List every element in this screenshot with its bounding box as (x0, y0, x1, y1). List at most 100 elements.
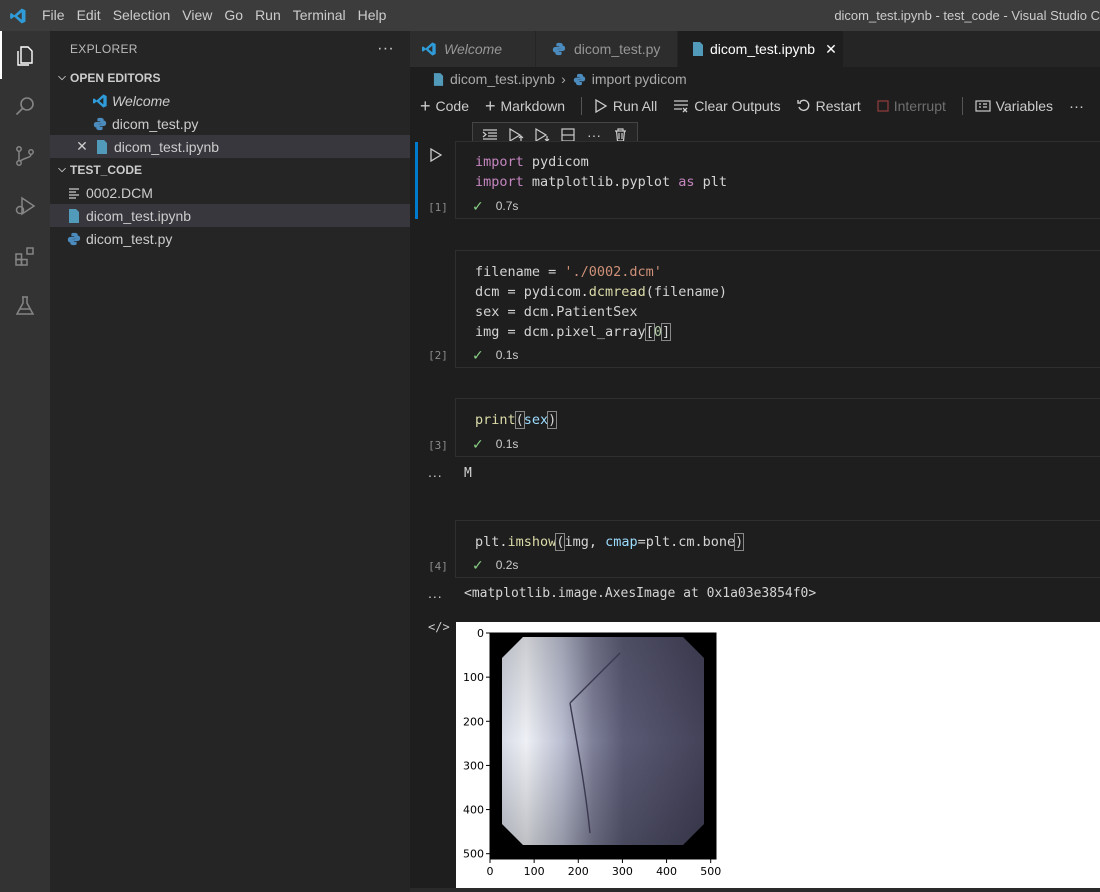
interrupt-label: Interrupt (893, 98, 946, 114)
run-debug-icon[interactable] (0, 181, 50, 231)
y-tick-label: 200 (463, 715, 484, 728)
y-tick-label: 100 (463, 671, 484, 684)
code-icon[interactable]: </> (428, 620, 450, 634)
open-editors-header[interactable]: ⌵ OPEN EDITORS (50, 66, 410, 89)
menu-terminal[interactable]: Terminal (287, 0, 352, 31)
folder-header[interactable]: ⌵ TEST_CODE (50, 158, 410, 181)
menu-selection[interactable]: Selection (107, 0, 177, 31)
check-icon: ✓ (472, 197, 484, 214)
cell-output: M (464, 466, 472, 481)
code-cell[interactable]: print(sex) ✓ 0.1s (455, 398, 1100, 457)
code-cell[interactable]: plt.imshow(img, cmap=plt.cm.bone) ✓ 0.2s (455, 520, 1100, 578)
open-editor-welcome[interactable]: Welcome (50, 89, 410, 112)
open-editors-label: OPEN EDITORS (70, 70, 161, 85)
file-lines-icon (66, 185, 82, 201)
close-icon[interactable]: ✕ (74, 138, 90, 155)
search-icon[interactable] (0, 81, 50, 131)
restart-button[interactable]: Restart (796, 98, 861, 114)
menu-go[interactable]: Go (218, 0, 249, 31)
title-bar: File Edit Selection View Go Run Terminal… (0, 0, 1100, 31)
tab-label: Welcome (444, 41, 503, 57)
menu-view[interactable]: View (176, 0, 218, 31)
run-all-icon (594, 99, 608, 113)
dicom-image (502, 637, 704, 845)
breadcrumb-symbol[interactable]: import pydicom (592, 71, 687, 87)
menu-help[interactable]: Help (352, 0, 393, 31)
python-icon (572, 73, 588, 86)
check-icon: ✓ (472, 435, 484, 452)
menu-run[interactable]: Run (249, 0, 287, 31)
restart-icon (796, 99, 811, 113)
image-output: 0 100 200 300 400 500 0 100 200 300 400 500 (456, 622, 1100, 888)
chevron-down-icon: ⌵ (58, 72, 66, 83)
y-tick-label: 400 (463, 804, 484, 817)
explorer-header: EXPLORER ··· (50, 31, 410, 66)
open-editor-label: dicom_test.py (112, 115, 199, 132)
open-editor-dicom-py[interactable]: dicom_test.py (50, 112, 410, 135)
y-tick-label: 500 (463, 848, 484, 861)
explorer-icon[interactable] (0, 31, 50, 81)
add-markdown-label: Markdown (500, 98, 566, 114)
interrupt-button[interactable]: Interrupt (877, 98, 946, 114)
file-label: 0002.DCM (86, 184, 153, 201)
chevron-right-icon: › (561, 71, 566, 87)
menu-file[interactable]: File (36, 0, 71, 31)
open-editor-label: dicom_test.ipynb (114, 138, 220, 155)
clear-outputs-button[interactable]: Clear Outputs (673, 98, 781, 114)
source-control-icon[interactable] (0, 131, 50, 181)
code-cell[interactable]: import pydicom import matplotlib.pyplot … (455, 141, 1100, 219)
chevron-down-icon: ⌵ (58, 164, 66, 175)
file-label: dicom_test.ipynb (86, 207, 192, 224)
open-editor-dicom-ipynb[interactable]: ✕ dicom_test.ipynb (50, 135, 410, 158)
cell-source[interactable]: import pydicom import matplotlib.pyplot … (456, 142, 1100, 192)
toolbar-more-button[interactable]: ··· (1069, 98, 1084, 115)
output-more-icon[interactable]: ... (428, 585, 443, 601)
clear-outputs-label: Clear Outputs (694, 98, 781, 114)
run-cell-icon[interactable] (430, 147, 443, 165)
cell-focus-indicator (415, 142, 418, 219)
output-more-icon[interactable]: ... (428, 464, 443, 480)
execution-time: 0.7s (495, 199, 519, 213)
testing-icon[interactable] (0, 281, 50, 331)
tab-dicom-py[interactable]: dicom_test.py (536, 31, 678, 67)
x-tick-label: 200 (568, 865, 589, 878)
clear-all-icon (673, 99, 689, 113)
python-icon (92, 116, 108, 132)
execution-count: [2] (428, 349, 448, 362)
explorer-sidebar: EXPLORER ··· ⌵ OPEN EDITORS Welcome dico… (50, 31, 410, 892)
cell-source[interactable]: print(sex) (456, 399, 1100, 430)
horizontal-scrollbar[interactable] (410, 888, 1100, 892)
variables-icon (975, 99, 991, 113)
cell-source[interactable]: plt.imshow(img, cmap=plt.cm.bone) (456, 521, 1100, 552)
notebook-editor: Welcome dicom_test.py dicom_test.ipynb ✕… (410, 31, 1100, 892)
open-editor-label: Welcome (112, 92, 171, 109)
file-dicom-py[interactable]: dicom_test.py (50, 227, 410, 250)
notebook-icon (66, 208, 82, 224)
execution-count: [1] (428, 201, 448, 214)
y-tick-label: 0 (477, 627, 484, 640)
x-tick-label: 500 (700, 865, 721, 878)
restart-label: Restart (815, 98, 861, 114)
run-all-button[interactable]: Run All (594, 98, 657, 114)
vscode-icon (92, 93, 108, 109)
notebook-icon (430, 72, 446, 86)
add-code-button[interactable]: + Code (420, 96, 469, 117)
tab-close-icon[interactable]: ✕ (825, 41, 837, 58)
variables-button[interactable]: Variables (975, 98, 1053, 114)
code-cell[interactable]: filename = './0002.dcm' dcm = pydicom.dc… (455, 250, 1100, 368)
extensions-icon[interactable] (0, 231, 50, 281)
breadcrumb-file[interactable]: dicom_test.ipynb (450, 71, 555, 87)
file-dicom-ipynb[interactable]: dicom_test.ipynb (50, 204, 410, 227)
tab-welcome[interactable]: Welcome (410, 31, 536, 67)
menu-bar: File Edit Selection View Go Run Terminal… (36, 0, 392, 31)
tab-label: dicom_test.py (574, 41, 661, 57)
cell-output: <matplotlib.image.AxesImage at 0x1a03e38… (464, 586, 817, 601)
run-all-label: Run All (612, 98, 658, 114)
file-0002-dcm[interactable]: 0002.DCM (50, 181, 410, 204)
explorer-more-button[interactable]: ··· (377, 40, 394, 58)
add-markdown-button[interactable]: + Markdown (485, 96, 565, 117)
cell-source[interactable]: filename = './0002.dcm' dcm = pydicom.dc… (456, 251, 1100, 342)
menu-edit[interactable]: Edit (71, 0, 107, 31)
tab-dicom-ipynb[interactable]: dicom_test.ipynb ✕ (678, 31, 844, 67)
execution-time: 0.1s (495, 437, 519, 451)
